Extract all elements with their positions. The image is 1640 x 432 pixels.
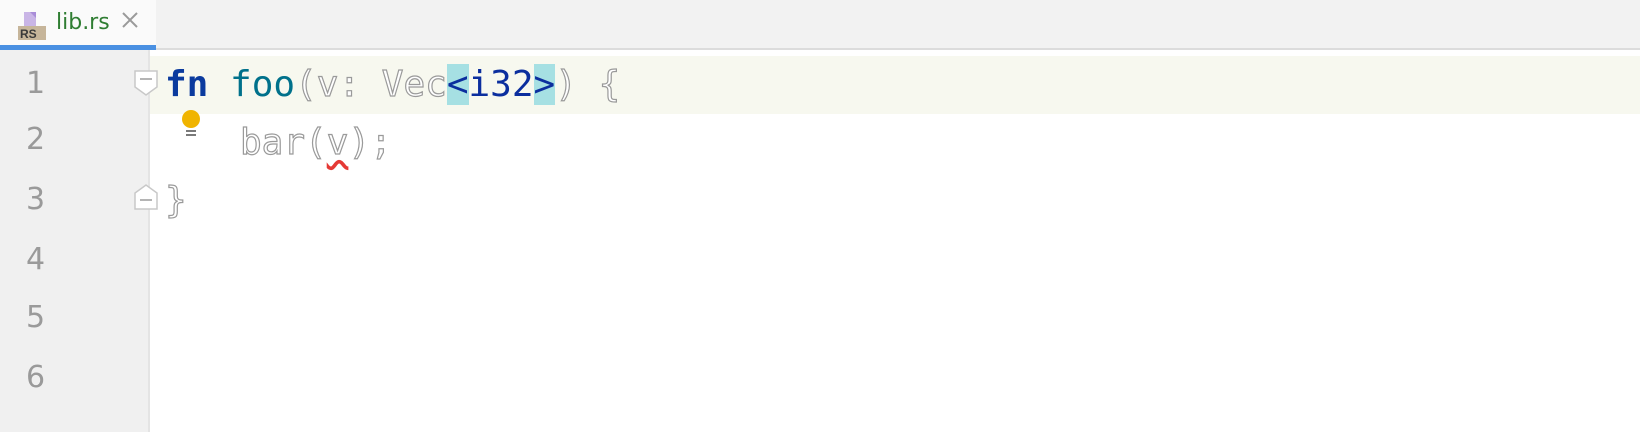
generic-open-bracket: < xyxy=(446,64,469,105)
fold-marker-icon[interactable] xyxy=(134,70,158,96)
close-icon[interactable] xyxy=(120,10,140,30)
param: v: Vec xyxy=(316,63,447,105)
tab-bar: RS lib.rs xyxy=(0,0,1640,50)
type-i32: i32 xyxy=(468,64,534,105)
line-number: 5 xyxy=(26,300,46,335)
code-line-3[interactable]: } xyxy=(164,172,187,230)
code-line-1[interactable]: fn foo(v: Vec<i32>) { xyxy=(165,56,621,114)
closing-brace: } xyxy=(164,179,187,221)
line-number: 1 xyxy=(26,66,46,101)
code-editor[interactable]: 1 2 3 4 5 6 fn foo(v: Vec<i32>) { bar(v)… xyxy=(0,50,1640,432)
keyword-fn: fn xyxy=(165,64,209,105)
tab-lib-rs[interactable]: RS lib.rs xyxy=(0,0,156,48)
tab-label: lib.rs xyxy=(56,10,110,35)
line-gutter xyxy=(0,50,150,432)
open-paren: ( xyxy=(294,63,317,105)
call-end: ); xyxy=(348,121,393,163)
rust-file-icon: RS xyxy=(18,12,46,40)
fold-marker-icon[interactable] xyxy=(134,184,158,210)
line-number: 2 xyxy=(26,122,46,157)
generic-close-bracket: > xyxy=(533,64,556,105)
lightbulb-icon[interactable] xyxy=(180,109,202,141)
file-icon-label: RS xyxy=(20,27,37,40)
error-argument: v xyxy=(326,121,349,163)
call-bar: bar( xyxy=(239,121,327,163)
function-name: foo xyxy=(230,64,296,105)
line-number: 6 xyxy=(26,360,46,395)
code-line-2[interactable]: bar(v); xyxy=(239,114,393,172)
line-number: 4 xyxy=(26,242,46,277)
signature-close: ) { xyxy=(555,63,621,105)
line-number: 3 xyxy=(26,182,46,217)
